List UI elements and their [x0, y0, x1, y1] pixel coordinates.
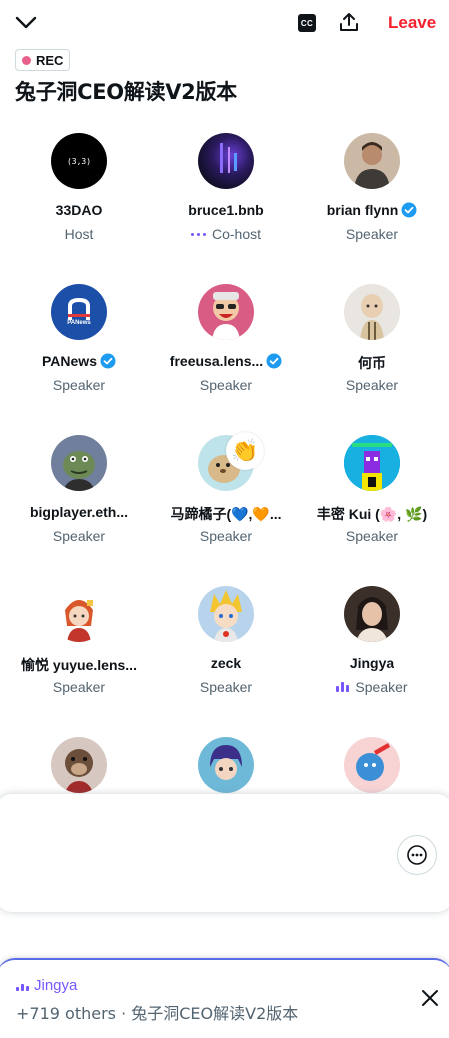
avatar [198, 586, 254, 642]
participant-role: Speaker [345, 377, 399, 393]
avatar [344, 284, 400, 340]
avatar [198, 737, 254, 793]
speaking-bars-icon [336, 682, 350, 692]
participant-role: Host [64, 226, 94, 242]
participant-name: bigplayer.eth... [29, 504, 129, 520]
recording-badge: REC [15, 49, 71, 71]
space-dock[interactable] [0, 958, 449, 1038]
participant-role: Speaker [199, 679, 253, 695]
participant-name: PANews [6, 353, 152, 369]
dock-speaker-name: Jingya [34, 977, 78, 994]
rec-dot-icon [22, 55, 31, 65]
avatar [51, 737, 107, 793]
avatar-text: (3,3) [66, 156, 92, 166]
leave-button[interactable]: Leave [388, 13, 436, 33]
participant-role: Speaker [52, 528, 106, 544]
participant-name: 丰密 Kui (🌸, 🌿) [316, 506, 428, 522]
avatar [198, 133, 254, 189]
participant-name: 何币 [358, 355, 386, 371]
dock-speaker: Jingya [16, 977, 77, 994]
controls-panel [0, 794, 449, 912]
chevron-down-icon[interactable] [14, 12, 38, 34]
participant-role: Co-host [153, 226, 299, 242]
more-dots-icon [407, 845, 427, 865]
top-bar: CC Leave [0, 0, 449, 46]
share-icon[interactable] [338, 11, 360, 33]
speaking-bars-icon [16, 981, 29, 991]
avatar-text: PANews [67, 320, 91, 326]
participant-role: Speaker [345, 226, 399, 242]
captions-button[interactable]: CC [298, 14, 316, 32]
rec-label: REC [36, 52, 64, 68]
close-icon[interactable] [418, 986, 442, 1010]
participant-role: Speaker [52, 679, 106, 695]
participant-role: Speaker [52, 377, 106, 393]
clapping-hands-icon: 👏 [226, 432, 264, 470]
avatar [344, 435, 400, 491]
participant-name: zeck [210, 655, 242, 671]
avatar [344, 133, 400, 189]
dock-subtitle: +719 others · 兔子洞CEO解读V2版本 [16, 1004, 299, 1023]
participant-name: 马蹄橘子(💙,🧡... [170, 506, 282, 522]
verified-badge-icon [401, 202, 417, 218]
participant-name: Jingya [349, 655, 395, 671]
participant-role: Speaker [199, 377, 253, 393]
more-options-button[interactable] [397, 835, 437, 875]
avatar [344, 586, 400, 642]
avatar [51, 435, 107, 491]
avatar: PANews [51, 284, 107, 340]
participant-name: freeusa.lens... [153, 353, 299, 369]
participant-role: Speaker [299, 679, 445, 695]
participant-name: 愉悦 yuyue.lens... [21, 657, 137, 673]
verified-badge-icon [266, 353, 282, 369]
avatar [198, 284, 254, 340]
participant-name: brian flynn [299, 202, 445, 218]
verified-badge-icon [100, 353, 116, 369]
avatar [344, 737, 400, 793]
participant-name: 33DAO [55, 202, 103, 218]
speaking-dots-icon [190, 232, 206, 236]
participant-name: bruce1.bnb [188, 202, 264, 218]
avatar: (3,3) [51, 133, 107, 189]
participant-role: Speaker [345, 528, 399, 544]
space-title: 兔子洞CEO解读V2版本 [15, 80, 237, 104]
avatar [51, 586, 107, 642]
participant-role: Speaker [199, 528, 253, 544]
